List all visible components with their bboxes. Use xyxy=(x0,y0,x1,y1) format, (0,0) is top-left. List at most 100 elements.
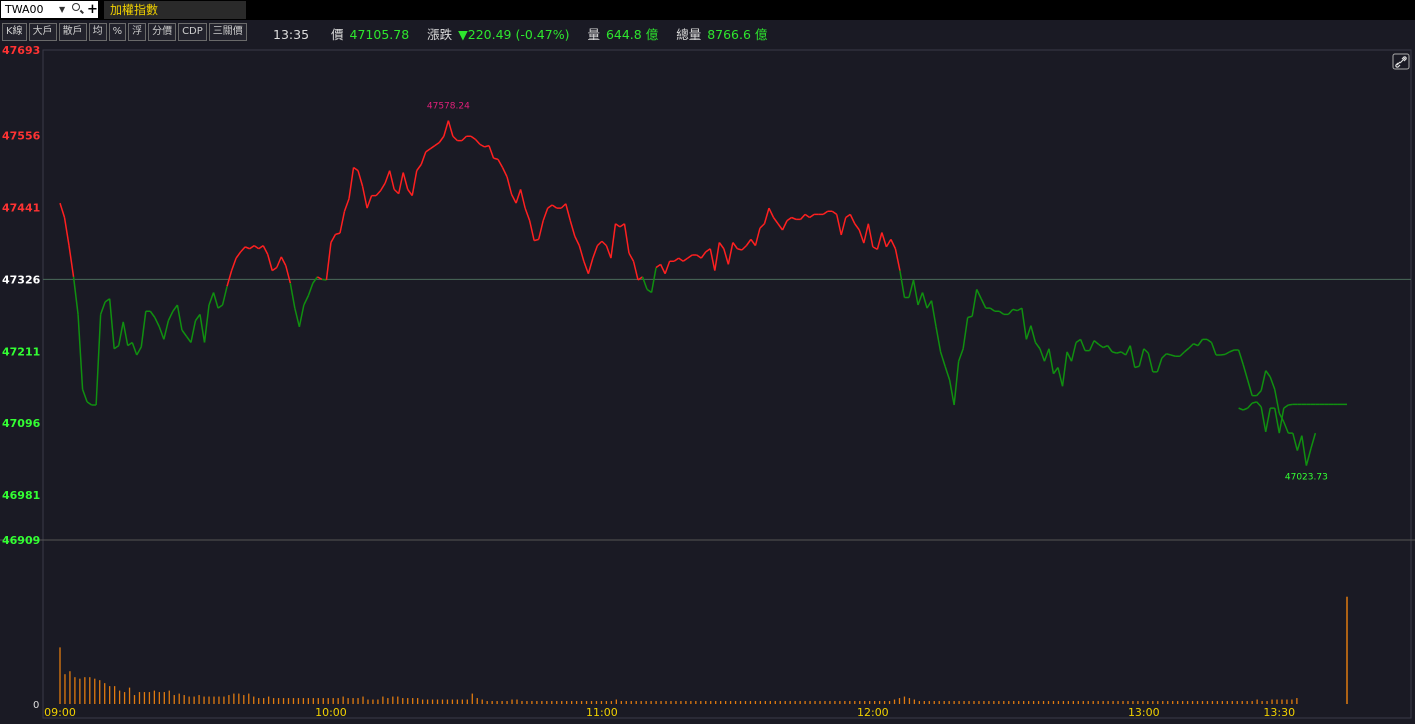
price-segment xyxy=(583,260,590,275)
price-segment xyxy=(537,220,544,240)
price-segment xyxy=(443,120,450,137)
price-segment xyxy=(429,145,436,150)
price-segment xyxy=(1301,435,1308,466)
price-segment xyxy=(407,188,413,197)
search-icon[interactable] xyxy=(72,3,80,11)
price-segment xyxy=(1075,338,1081,344)
price-segment xyxy=(425,148,431,153)
price-segment xyxy=(804,213,811,219)
price-segment xyxy=(1120,351,1127,356)
price-segment xyxy=(592,245,599,259)
link-icon[interactable] xyxy=(1392,53,1410,70)
price-segment xyxy=(971,289,978,317)
toolbar-button-retail[interactable]: 散戶 xyxy=(58,23,87,41)
chevron-down-icon[interactable]: ▼ xyxy=(59,1,65,18)
price-segment xyxy=(384,170,391,184)
price-segment xyxy=(1305,448,1312,466)
price-segment xyxy=(81,389,88,403)
price-segment xyxy=(615,223,621,228)
price-segment xyxy=(1264,407,1271,433)
toolbar-button-float[interactable]: 浮 xyxy=(128,23,147,41)
price-segment xyxy=(632,261,639,281)
price-segment xyxy=(470,135,476,140)
price-segment xyxy=(335,232,341,236)
price-segment xyxy=(551,204,558,209)
price-segment xyxy=(249,245,255,250)
chart-svg: 47693 47556 47441 47326 47211 47096 46981 46909… xyxy=(0,44,1415,719)
price-segment xyxy=(176,304,183,331)
price-segment xyxy=(86,401,93,406)
price-segment xyxy=(1057,367,1064,387)
price-segment xyxy=(113,345,120,350)
toolbar-button-kline[interactable]: K線 xyxy=(2,23,27,41)
price-segment xyxy=(1242,407,1248,411)
price-segment xyxy=(1138,348,1145,367)
price-segment xyxy=(763,207,770,224)
plus-icon[interactable]: + xyxy=(87,1,98,18)
price-segment xyxy=(1197,338,1204,347)
price-segment xyxy=(1292,432,1299,451)
price-label: 價 xyxy=(331,27,344,42)
change-label: 漲跌 xyxy=(427,27,453,42)
price-segment xyxy=(921,292,928,309)
price-segment xyxy=(894,248,901,271)
price-segment xyxy=(506,176,513,195)
price-segment xyxy=(298,304,305,328)
quote-bar: 13:35 價 47105.78 漲跌 ▼220.49 (-0.47%) 量 6… xyxy=(273,24,769,43)
price-segment xyxy=(1079,339,1086,351)
price-segment xyxy=(1102,344,1108,349)
price-segment xyxy=(438,135,445,143)
price-segment xyxy=(939,351,946,367)
price-segment xyxy=(547,204,553,209)
price-segment xyxy=(1161,353,1167,359)
price-segment xyxy=(1238,407,1244,411)
price-segment xyxy=(908,279,915,298)
symbol-text: TWA00 xyxy=(5,3,44,16)
toolbar-button-average[interactable]: 均 xyxy=(88,23,107,41)
price-segment xyxy=(244,246,250,250)
price-segment xyxy=(63,217,70,246)
price-segment xyxy=(348,167,355,199)
price-segment xyxy=(420,151,427,165)
price-segment xyxy=(271,266,278,272)
toolbar-button-three-levels[interactable]: 三關價 xyxy=(208,23,247,41)
price-segment xyxy=(650,267,657,293)
index-name: 加權指數 xyxy=(104,1,246,19)
x-tick-label: 13:00 xyxy=(1128,706,1160,719)
price-segment xyxy=(307,282,314,296)
low-price-label: 47023.73 xyxy=(1285,473,1328,483)
price-segment xyxy=(732,242,738,250)
price-segment xyxy=(285,265,292,284)
symbol-input[interactable]: TWA00 ▼ + xyxy=(1,1,98,18)
price-segment xyxy=(1007,308,1014,315)
y-tick-label: 47693 xyxy=(2,44,40,57)
price-segment xyxy=(1166,353,1172,356)
price-segment xyxy=(858,229,865,244)
price-segment xyxy=(524,207,531,221)
toolbar-button-percent[interactable]: % xyxy=(108,23,127,41)
price-segment xyxy=(962,317,969,349)
price-segment xyxy=(998,310,1005,315)
price-segment xyxy=(1093,340,1100,345)
volume-value: 644.8 億 xyxy=(605,27,659,42)
price-segment xyxy=(687,254,693,259)
price-segment xyxy=(1283,404,1289,409)
price-segment xyxy=(519,189,526,209)
x-tick-label: 12:00 xyxy=(857,706,889,719)
toolbar-button-price-distribution[interactable]: 分價 xyxy=(148,23,177,41)
price-segment xyxy=(140,311,147,347)
price-segment xyxy=(989,307,996,312)
price-segment xyxy=(154,317,161,328)
price-segment xyxy=(596,240,603,247)
price-segment xyxy=(267,254,273,271)
price-segment xyxy=(1107,345,1113,353)
price-segment xyxy=(948,379,955,406)
price-segment xyxy=(447,120,454,137)
toolbar-button-cdp[interactable]: CDP xyxy=(178,23,207,41)
price-segment xyxy=(303,295,310,306)
x-tick-label: 13:30 xyxy=(1263,706,1295,719)
price-segment xyxy=(488,145,495,159)
price-segment xyxy=(357,170,364,187)
x-tick-label: 11:00 xyxy=(586,706,618,719)
toolbar-button-big-holders[interactable]: 大戶 xyxy=(28,23,57,41)
